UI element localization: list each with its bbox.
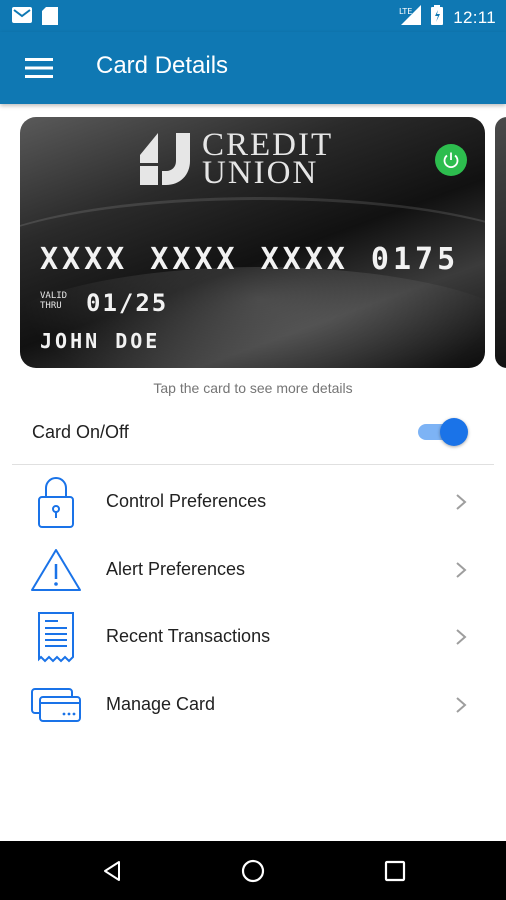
signal-icon: LTE — [399, 5, 422, 30]
credit-union-logo: CREDIT UNION — [138, 129, 333, 191]
menu-item-manage-card[interactable]: Manage Card — [0, 671, 506, 739]
back-icon[interactable] — [97, 856, 127, 886]
system-nav-bar — [0, 841, 506, 900]
home-icon[interactable] — [238, 856, 268, 886]
power-icon[interactable] — [435, 144, 467, 176]
menu-item-label: Alert Preferences — [106, 559, 246, 579]
valid-thru-label: VALID THRU — [40, 291, 67, 311]
card-on-off-switch[interactable] — [418, 418, 468, 446]
battery-icon — [431, 5, 444, 30]
menu-item-control-preferences[interactable]: Control Preferences — [0, 468, 506, 536]
receipt-icon — [30, 609, 82, 665]
page-title: Card Details — [96, 52, 229, 79]
recents-icon[interactable] — [380, 856, 410, 886]
menu-item-label: Manage Card — [106, 694, 216, 714]
menu-item-alert-preferences[interactable]: Alert Preferences — [0, 536, 506, 604]
switch-thumb — [440, 418, 468, 446]
valid-label-line2: THRU — [40, 301, 62, 311]
chevron-right-icon — [456, 494, 467, 510]
card-expiry: 01/25 — [86, 289, 169, 317]
hamburger-menu-icon[interactable] — [22, 52, 56, 84]
status-bar: LTE 12:11 — [0, 0, 506, 32]
chevron-right-icon — [456, 697, 467, 713]
card-holder-name: JOHN DOE — [40, 329, 161, 353]
card-hint-text: Tap the card to see more details — [153, 380, 353, 396]
warning-icon — [30, 542, 82, 598]
credit-card[interactable]: CREDIT UNION XXXX XXXX XXXX 0175 VALID T… — [20, 117, 485, 368]
sd-card-icon — [42, 7, 58, 30]
svg-text:LTE: LTE — [399, 7, 412, 16]
next-card-peek[interactable] — [495, 117, 506, 368]
lock-icon — [30, 474, 82, 530]
menu-item-recent-transactions[interactable]: Recent Transactions — [0, 603, 506, 671]
credit-union-logo-mark — [140, 133, 190, 185]
menu-item-label: Recent Transactions — [106, 626, 271, 646]
valid-label-line1: VALID — [40, 291, 68, 301]
logo-text-union: UNION — [202, 155, 319, 191]
status-time: 12:11 — [453, 7, 496, 27]
card-number: XXXX XXXX XXXX 0175 — [40, 242, 460, 277]
card-toggle-row: Card On/Off — [12, 405, 494, 465]
menu-item-label: Control Preferences — [106, 491, 267, 511]
cards-icon — [30, 677, 82, 733]
chevron-right-icon — [456, 562, 467, 578]
card-toggle-label: Card On/Off — [32, 422, 129, 442]
app-bar: Card Details — [0, 32, 506, 104]
chevron-right-icon — [456, 629, 467, 645]
gmail-icon — [12, 7, 32, 30]
